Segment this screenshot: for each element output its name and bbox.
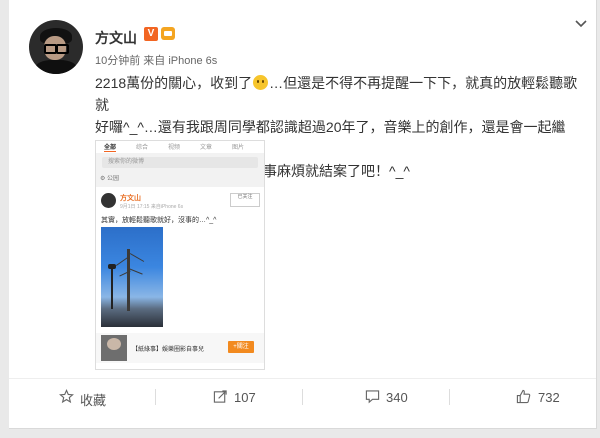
embedded-location-label: 公园 [107,176,120,182]
comment-icon [365,389,380,409]
like-button[interactable]: 732 [450,379,596,416]
embedded-ad-image [101,335,127,361]
embedded-tab: 视频 [168,145,181,151]
embedded-tab: 文章 [200,145,213,151]
vip-crown-icon [161,27,175,40]
forward-button[interactable]: 107 [156,379,302,416]
embedded-tab: 综合 [136,145,149,151]
post-text-line1-a: 2218萬份的關心，收到了 [95,75,253,91]
lamp-post [111,267,113,309]
embedded-post: 方文山 9月1日 17:15 来自iPhone 6s 已关注 其實，放輕鬆聽歌就… [96,187,264,369]
embedded-text: 其實，放輕鬆聽歌就好，沒事的…^_^ [101,217,217,224]
forward-count: 107 [234,390,256,405]
avatar-shirt [35,60,77,74]
post-image-thumbnail[interactable]: 全部 综合 视频 文章 图片 搜索你的微博 ⚙ 公园 方文山 9月1日 17:1… [95,140,265,370]
smile-emoji-icon [253,75,269,90]
author-avatar[interactable] [29,20,83,74]
embedded-tab-bar: 全部 综合 视频 文章 图片 [96,141,264,153]
favorite-label: 收藏 [80,393,107,408]
thumbs-up-icon [516,389,531,409]
embedded-photo [101,227,163,327]
embedded-ad-text: 【紙綠事】娛樂圈影自事兒 [132,347,205,353]
comment-button[interactable]: 340 [303,379,449,416]
embedded-search-box: 搜索你的微博 [102,157,258,168]
embedded-location: ⚙ 公园 [100,176,120,182]
post-meta: 10分钟前 来自 iPhone 6s [95,55,218,67]
like-count: 732 [538,390,560,405]
embedded-tab: 图片 [232,145,245,151]
embedded-follow: 已关注 [230,193,260,207]
embedded-ad-button: +關注 [228,341,254,353]
forward-icon [213,389,228,409]
verified-badge-icon: V [144,27,158,41]
embedded-ad: 【紙綠事】娛樂圈影自事兒 +關注 [96,333,264,363]
chevron-down-icon[interactable] [575,16,587,31]
embedded-meta: 9月1日 17:15 来自iPhone 6s [120,204,184,210]
star-icon [59,389,74,409]
tree-branch [129,253,145,262]
embedded-avatar [101,193,116,208]
embedded-tab: 全部 [104,142,117,152]
weibo-post-card: 方文山 V 10分钟前 来自 iPhone 6s 2218萬份的關心，收到了 …但… [9,0,597,429]
embedded-author: 方文山 [120,195,141,202]
action-bar: 收藏 107 340 732 [9,378,596,416]
author-name[interactable]: 方文山 [95,28,137,48]
tree-branch [129,268,143,275]
favorite-button[interactable]: 收藏 [9,379,155,416]
comment-count: 340 [386,390,408,405]
avatar-glasses-right [56,44,69,54]
